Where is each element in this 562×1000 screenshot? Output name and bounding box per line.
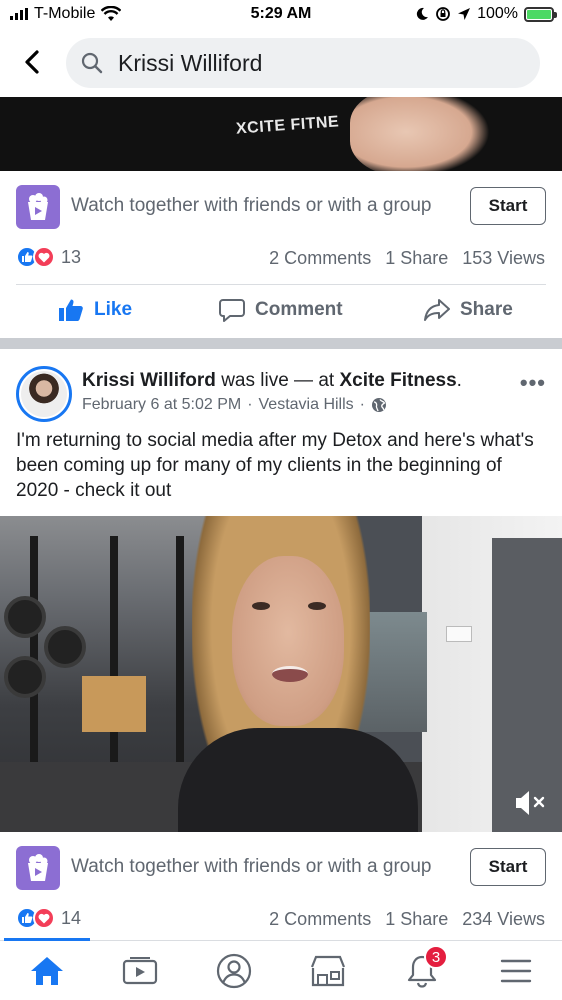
search-icon [81,52,103,74]
love-reaction-icon [33,246,55,268]
home-tab[interactable] [27,951,67,991]
divider [16,284,546,285]
watch-together-text: Watch together with friends or with a gr… [71,195,432,216]
menu-tab[interactable] [496,951,536,991]
post-text: I'm returning to social media after my D… [16,430,534,501]
marketplace-tab[interactable] [308,951,348,991]
more-options-icon[interactable]: ••• [520,370,546,396]
separator-dot: · [247,396,253,413]
feed-separator [0,338,562,349]
mute-button[interactable] [514,788,548,818]
post-date[interactable]: February 6 at 5:02 PM [82,396,241,414]
weight-plate [4,596,46,638]
love-reaction-icon [33,907,55,929]
weight-plate [4,656,46,698]
share-button[interactable]: Share [424,298,513,322]
notification-badge: 3 [424,945,448,969]
shirt-print: XCITE FITNE [235,113,340,138]
search-query: Krissi Williford [118,49,263,76]
comments-count[interactable]: 2 Comments [269,248,371,269]
live-video[interactable] [0,516,562,832]
notifications-tab[interactable]: 3 [402,945,448,991]
thumbs-up-icon [59,299,83,321]
eye [252,602,270,610]
reactions-summary[interactable]: 14 [16,907,81,929]
post-actions: Like Comment Share [0,288,562,338]
previous-video[interactable]: XCITE FITNE [0,97,562,171]
post-location[interactable]: Vestavia Hills [259,396,354,414]
eye [308,602,326,610]
comment-button[interactable]: Comment [219,298,343,322]
globe-icon [372,398,386,412]
shares-count[interactable]: 1 Share [385,248,448,269]
reaction-count: 14 [61,907,82,928]
views-count: 153 Views [462,248,545,268]
title-period: . [456,370,462,391]
mouth [272,666,308,682]
comment-label: Comment [255,299,343,320]
like-button[interactable]: Like [58,298,132,322]
watch-together-text: Watch together with friends or with a gr… [71,856,432,877]
marketplace-icon [310,955,346,987]
post-meta: February 6 at 5:02 PM · Vestavia Hills · [82,396,387,414]
was-live-text: was live — at [221,370,335,391]
location-icon [458,8,471,20]
engagement-meta: 2 Comments 1 Share 234 Views [269,909,545,930]
watch-tab[interactable] [120,951,160,991]
reactions-summary[interactable]: 13 [16,246,81,268]
search-input[interactable]: Krissi Williford [66,38,540,88]
thermostat [446,626,472,642]
home-icon [31,957,63,985]
rack-post [110,536,118,776]
separator-dot: · [359,396,365,413]
plyo-box [82,676,146,732]
battery-charging-icon [524,6,557,22]
profile-tab[interactable] [214,951,254,991]
bottom-tab-bar: 3 [0,938,562,1000]
shares-count[interactable]: 1 Share [385,909,448,930]
share-icon [424,299,450,321]
author-name[interactable]: Krissi Williford [82,370,216,391]
comments-count[interactable]: 2 Comments [269,909,371,930]
like-label: Like [94,299,133,320]
status-right: 100% [415,5,557,23]
rotation-lock-icon [436,7,450,21]
watch-together-row: Watch together with friends or with a gr… [0,832,562,904]
share-label: Share [460,299,513,320]
search-header: Krissi Williford [0,30,562,96]
post-stats: 14 2 Comments 1 Share 234 Views [0,903,562,939]
avatar[interactable] [16,366,72,422]
menu-icon [500,959,532,983]
post-title-line: Krissi Williford was live — at Xcite Fit… [82,370,462,392]
watch-together-row: Watch together with friends or with a gr… [0,171,562,243]
watch-icon [122,957,158,985]
post-stats: 13 2 Comments 1 Share 153 Views [0,242,562,278]
hand-image [350,97,490,171]
post-header: Krissi Williford was live — at Xcite Fit… [0,352,562,424]
status-bar: T-Mobile 5:29 AM 100% [0,0,562,30]
reaction-count: 13 [61,246,82,267]
active-tab-indicator [4,938,90,941]
location-tag[interactable]: Xcite Fitness [339,370,456,391]
watch-party-icon [16,185,60,229]
battery-percent: 100% [477,5,518,22]
weight-plate [44,626,86,668]
views-count: 234 Views [462,909,545,929]
rack-post [176,536,184,776]
profile-icon [216,953,252,989]
comment-icon [219,299,245,322]
engagement-meta: 2 Comments 1 Share 153 Views [269,248,545,269]
watch-party-icon [16,846,60,890]
moon-icon [416,7,429,20]
person-body [178,728,418,832]
back-icon[interactable] [18,47,48,77]
person-face [232,556,344,726]
start-watch-party-button[interactable]: Start [470,187,546,225]
muted-speaker-icon [516,791,545,815]
start-watch-party-button[interactable]: Start [470,848,546,886]
